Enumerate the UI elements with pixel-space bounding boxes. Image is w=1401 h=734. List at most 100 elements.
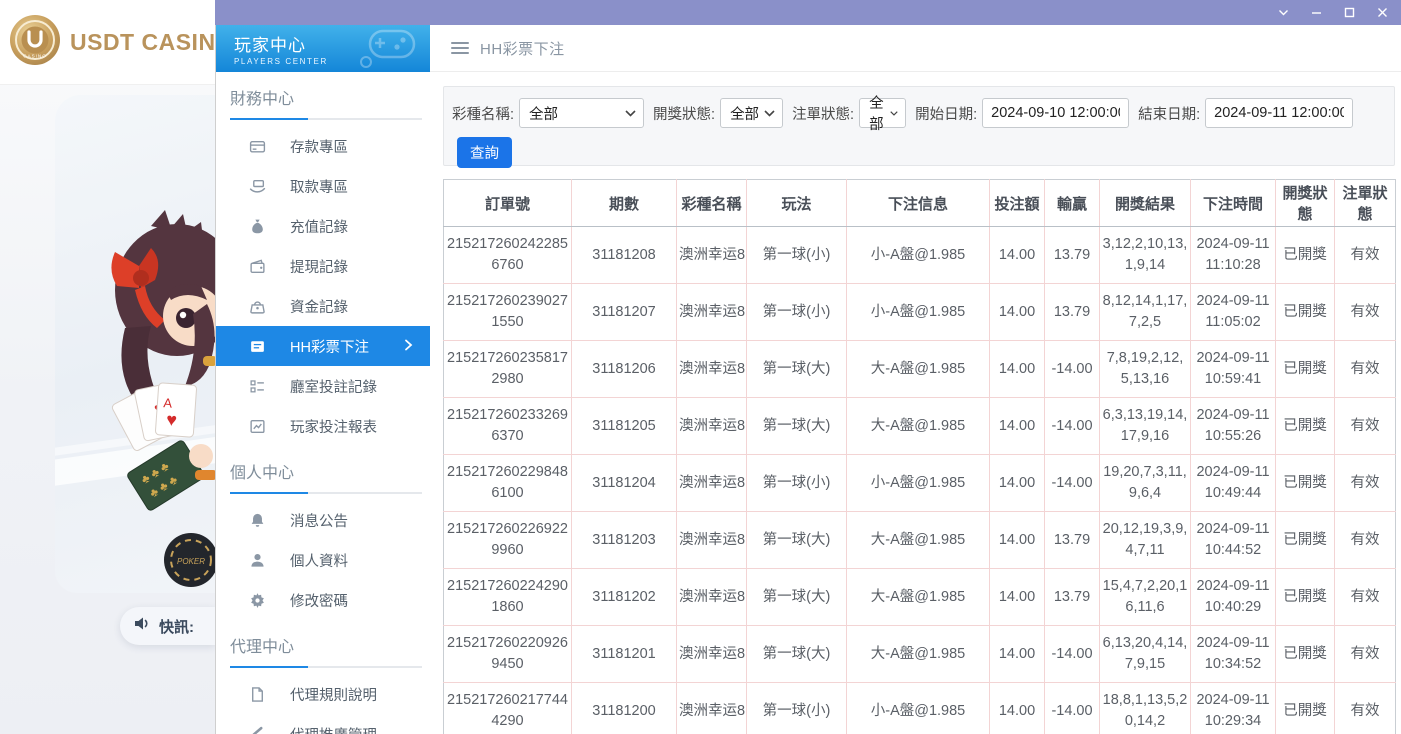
section-title: 代理中心 bbox=[230, 633, 416, 657]
lottery-name-cell: 澳洲幸运8 bbox=[677, 227, 747, 284]
table-row: 215217260217744429031181200澳洲幸运8第一球(小)小-… bbox=[444, 683, 1396, 734]
draw-result-cell: 20,12,19,3,9,4,7,11 bbox=[1100, 512, 1191, 569]
maximize-icon[interactable] bbox=[1342, 6, 1356, 20]
sidebar-item-agent-rules-doc[interactable]: 代理規則說明 bbox=[216, 674, 430, 714]
draw-result-cell: 19,20,7,3,11,9,6,4 bbox=[1100, 455, 1191, 512]
lottery-note-icon bbox=[248, 337, 266, 355]
order-status-cell: 有效 bbox=[1335, 227, 1396, 284]
promo-card: ♥ A ♥ ♣ ♣ ♣ ♣ ♣ ♣ bbox=[55, 95, 215, 593]
draw-status-cell: 已開獎 bbox=[1276, 398, 1335, 455]
lottery-name-label: 彩種名稱: bbox=[452, 103, 514, 124]
sidebar-item-deposit-card[interactable]: 存款專區 bbox=[216, 126, 430, 166]
bet-info-cell: 大-A盤@1.985 bbox=[847, 398, 990, 455]
news-ticker: 快訊: bbox=[120, 607, 215, 645]
order-status-cell: 有效 bbox=[1335, 341, 1396, 398]
win-loss-cell: 13.79 bbox=[1045, 569, 1100, 626]
draw-result-cell: 7,8,19,2,12,5,13,16 bbox=[1100, 341, 1191, 398]
agent-rules-doc-icon bbox=[248, 685, 266, 703]
sidebar-item-announcement-bell[interactable]: 消息公告 bbox=[216, 500, 430, 540]
draw-status-cell: 已開獎 bbox=[1276, 626, 1335, 683]
sidebar-item-withdrawal-wallet[interactable]: 提現記錄 bbox=[216, 246, 430, 286]
bet-time-cell: 2024-09-11 11:05:02 bbox=[1191, 284, 1276, 341]
sidebar-item-profile-person[interactable]: 個人資料 bbox=[216, 540, 430, 580]
section-title: 財務中心 bbox=[230, 85, 416, 109]
table-row: 215217260239027155031181207澳洲幸运8第一球(小)小-… bbox=[444, 284, 1396, 341]
funds-purse-icon bbox=[248, 297, 266, 315]
play-type-cell: 第一球(大) bbox=[747, 626, 847, 683]
table-row: 215217260235817298031181206澳洲幸运8第一球(大)大-… bbox=[444, 341, 1396, 398]
chevron-down-icon bbox=[625, 110, 636, 117]
svg-text:A: A bbox=[163, 395, 173, 411]
sidebar-item-label: 存款專區 bbox=[290, 136, 348, 157]
draw-status-cell: 已開獎 bbox=[1276, 512, 1335, 569]
bet-info-cell: 小-A盤@1.985 bbox=[847, 227, 990, 284]
start-date-input[interactable] bbox=[982, 98, 1129, 128]
chevron-right-icon bbox=[401, 338, 415, 357]
lottery-name-cell: 澳洲幸运8 bbox=[677, 626, 747, 683]
period-cell: 31181200 bbox=[572, 683, 677, 734]
play-type-cell: 第一球(大) bbox=[747, 569, 847, 626]
start-date-label: 開始日期: bbox=[915, 103, 977, 124]
report-chart-icon bbox=[248, 417, 266, 435]
sidebar-item-password-gear[interactable]: 修改密碼 bbox=[216, 580, 430, 620]
win-loss-cell: -14.00 bbox=[1045, 626, 1100, 683]
draw-result-cell: 8,12,14,1,17,7,2,5 bbox=[1100, 284, 1191, 341]
sidebar-item-label: 資金記錄 bbox=[290, 296, 348, 317]
close-icon[interactable] bbox=[1375, 6, 1389, 20]
speaker-icon bbox=[134, 616, 151, 636]
brand-logo[interactable]: CASINO USDT CASINO bbox=[0, 0, 215, 85]
draw-status-cell: 已開獎 bbox=[1276, 683, 1335, 734]
order-id-cell: 2152172602298486100 bbox=[444, 455, 572, 512]
sidebar-item-label: 代理規則說明 bbox=[290, 684, 377, 705]
sidebar-item-funds-purse[interactable]: 資金記錄 bbox=[216, 286, 430, 326]
sidebar-item-agent-promo-share[interactable]: 代理推廣管理 bbox=[216, 714, 430, 734]
bet-info-cell: 大-A盤@1.985 bbox=[847, 626, 990, 683]
sidebar-item-lottery-note[interactable]: HH彩票下注 bbox=[216, 326, 430, 366]
brand-name: USDT CASINO bbox=[70, 29, 215, 56]
bet-info-cell: 大-A盤@1.985 bbox=[847, 341, 990, 398]
section-title: 個人中心 bbox=[230, 459, 416, 483]
query-button[interactable]: 查詢 bbox=[457, 137, 512, 168]
order-status-cell: 有效 bbox=[1335, 626, 1396, 683]
sidebar-item-label: 充值記錄 bbox=[290, 216, 348, 237]
sidebar-menu: 財務中心存款專區取款專區充值記錄提現記錄資金記錄 HH彩票下注廳室投註記錄玩家投注… bbox=[216, 85, 430, 734]
end-date-input[interactable] bbox=[1205, 98, 1353, 128]
order-status-select[interactable]: 全部 bbox=[859, 98, 906, 128]
draw-status-cell: 已開獎 bbox=[1276, 341, 1335, 398]
withdrawal-wallet-icon bbox=[248, 257, 266, 275]
draw-status-label: 開獎狀態: bbox=[653, 103, 715, 124]
period-cell: 31181208 bbox=[572, 227, 677, 284]
draw-result-cell: 6,3,13,19,14,17,9,16 bbox=[1100, 398, 1191, 455]
sidebar-item-label: 提現記錄 bbox=[290, 256, 348, 277]
bet-time-cell: 2024-09-11 10:44:52 bbox=[1191, 512, 1276, 569]
bet-time-cell: 2024-09-11 10:55:26 bbox=[1191, 398, 1276, 455]
sidebar-item-recharge-moneybag[interactable]: 充值記錄 bbox=[216, 206, 430, 246]
lottery-name-select[interactable]: 全部 bbox=[519, 98, 644, 128]
withdraw-hand-icon bbox=[248, 177, 266, 195]
bet-amount-cell: 14.00 bbox=[990, 341, 1045, 398]
sidebar-item-withdraw-hand[interactable]: 取款專區 bbox=[216, 166, 430, 206]
order-status-cell: 有效 bbox=[1335, 398, 1396, 455]
draw-status-select-value: 全部 bbox=[730, 103, 759, 124]
win-loss-cell: 13.79 bbox=[1045, 227, 1100, 284]
sidebar-item-report-chart[interactable]: 玩家投注報表 bbox=[216, 406, 430, 446]
table-row: 215217260229848610031181204澳洲幸运8第一球(小)小-… bbox=[444, 455, 1396, 512]
bet-time-cell: 2024-09-11 10:49:44 bbox=[1191, 455, 1276, 512]
chevron-down-icon[interactable] bbox=[1276, 6, 1290, 20]
minimize-icon[interactable] bbox=[1309, 6, 1323, 20]
page-title: HH彩票下注 bbox=[480, 38, 565, 59]
bet-amount-cell: 14.00 bbox=[990, 398, 1045, 455]
svg-text:♥: ♥ bbox=[166, 409, 178, 430]
bet-info-cell: 小-A盤@1.985 bbox=[847, 284, 990, 341]
order-id-cell: 2152172602390271550 bbox=[444, 284, 572, 341]
order-status-column-header: 注單狀態 bbox=[1335, 180, 1396, 227]
menu-toggle-icon[interactable] bbox=[451, 42, 469, 54]
main-panel: HH彩票下注 彩種名稱: 全部 開獎狀態: 全部 注單狀態: 全部 bbox=[430, 25, 1401, 734]
bet-info-column-header: 下注信息 bbox=[847, 180, 990, 227]
order-status-select-value: 全部 bbox=[869, 92, 890, 134]
sidebar-item-hall-list[interactable]: 廳室投註記錄 bbox=[216, 366, 430, 406]
draw-status-select[interactable]: 全部 bbox=[720, 98, 783, 128]
bet-amount-cell: 14.00 bbox=[990, 569, 1045, 626]
win-loss-cell: -14.00 bbox=[1045, 683, 1100, 734]
bet-info-cell: 小-A盤@1.985 bbox=[847, 683, 990, 734]
